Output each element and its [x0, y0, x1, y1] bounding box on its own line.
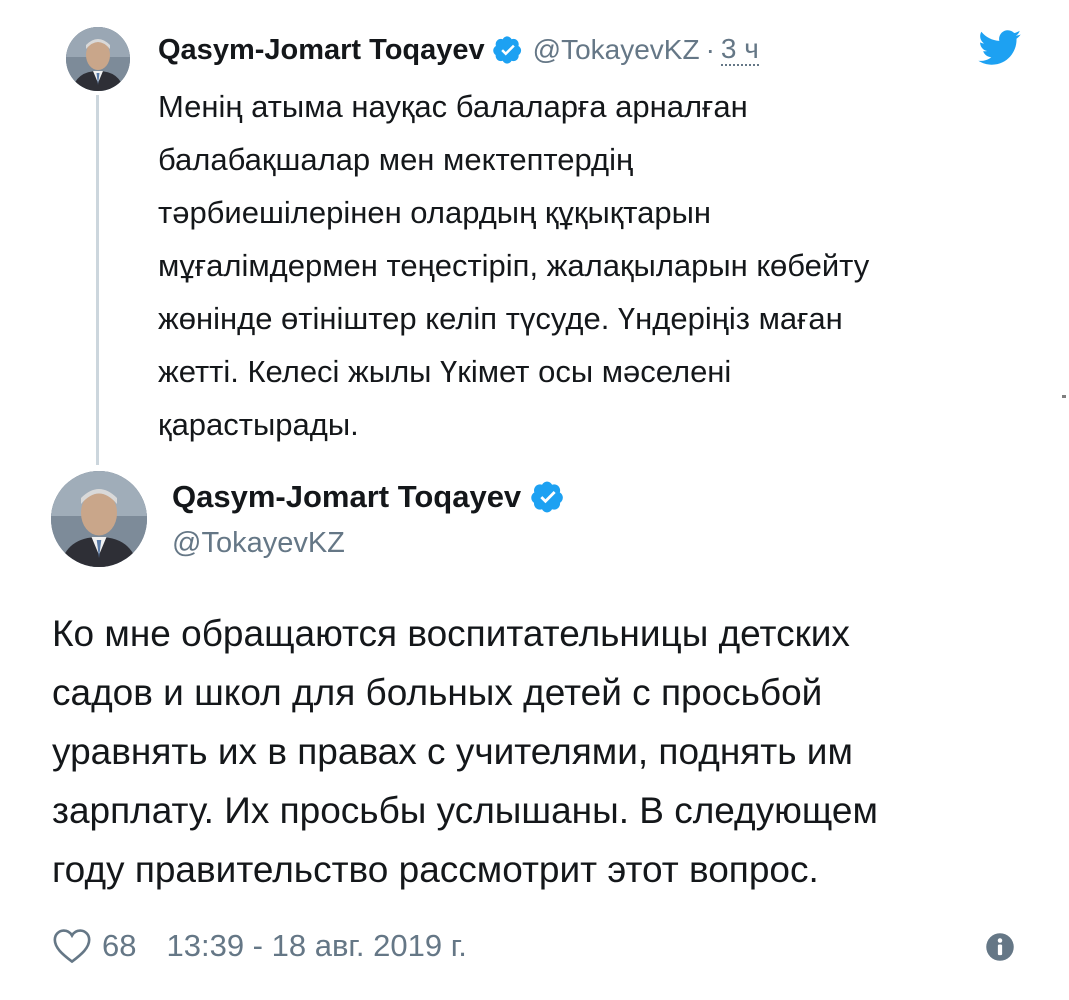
- reply-author-avatar[interactable]: [66, 27, 130, 91]
- info-icon[interactable]: [985, 932, 1015, 962]
- main-tweet-text: Ко мне обращаются воспитательницы детски…: [52, 613, 878, 890]
- main-tweet-header: Qasym-Jomart Toqayev: [172, 475, 565, 519]
- avatar-portrait-icon: [51, 471, 147, 567]
- main-author-avatar[interactable]: [51, 471, 147, 567]
- verified-badge-icon: [531, 480, 565, 514]
- like-count[interactable]: 68: [102, 928, 136, 964]
- avatar-portrait-icon: [66, 27, 130, 91]
- verified-badge-icon: [492, 35, 523, 65]
- scroll-edge-marker: [1062, 395, 1066, 398]
- main-author-handle[interactable]: @TokayevKZ: [172, 527, 345, 560]
- main-author-name[interactable]: Qasym-Jomart Toqayev: [172, 479, 521, 515]
- reply-time-link[interactable]: 3 ч: [720, 34, 759, 66]
- reply-tweet-text: Менің атыма науқас балаларға арналған ба…: [158, 89, 870, 442]
- tweet-timestamp[interactable]: 13:39 - 18 авг. 2019 г.: [166, 928, 466, 964]
- reply-author-handle[interactable]: @TokayevKZ: [533, 34, 700, 66]
- reply-tweet-header: Qasym-Jomart Toqayev @TokayevKZ · 3 ч: [158, 30, 759, 70]
- separator-dot: ·: [705, 34, 715, 65]
- reply-author-name[interactable]: Qasym-Jomart Toqayev: [158, 34, 485, 67]
- tweet-footer: 68 13:39 - 18 авг. 2019 г.: [52, 922, 467, 970]
- twitter-bird-icon[interactable]: [978, 30, 1022, 66]
- thread-connector-line: [96, 95, 99, 465]
- heart-icon[interactable]: [52, 928, 92, 964]
